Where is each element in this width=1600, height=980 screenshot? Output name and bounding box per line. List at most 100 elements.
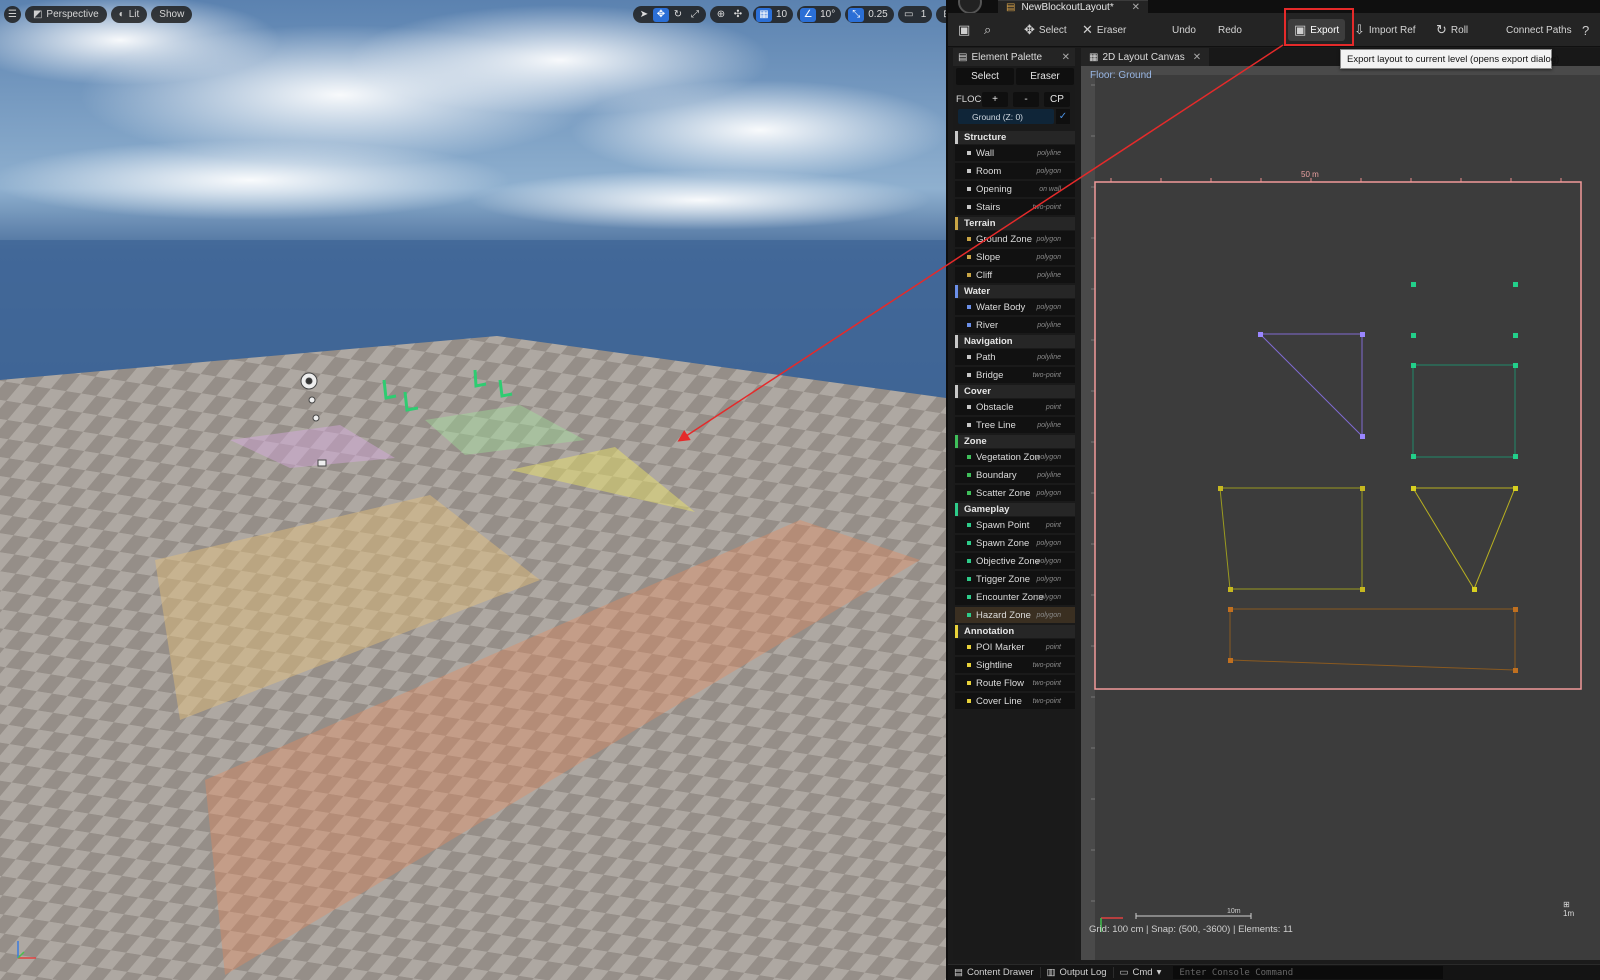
palette-item-encounter-zone[interactable]: Encounter Zone polygon	[955, 589, 1075, 605]
palette-category-water[interactable]: Water	[955, 285, 1075, 298]
palette-item-objective-zone[interactable]: Objective Zone polygon	[955, 553, 1075, 569]
camera-speed-toggle[interactable]: ▭ 1	[897, 6, 933, 23]
viewport-layout-button[interactable]: ⊞	[939, 8, 946, 22]
translate-tool-button[interactable]: ✥	[653, 7, 669, 22]
palette-item-tree-line[interactable]: Tree Line polyline	[955, 417, 1075, 433]
palette-item-stairs[interactable]: Stairs two-point	[955, 199, 1075, 215]
remove-floor-button[interactable]: -	[1013, 92, 1039, 107]
palette-item-spawn-zone[interactable]: Spawn Zone polygon	[955, 535, 1075, 551]
palette-item-slope[interactable]: Slope polygon	[955, 249, 1075, 265]
copy-floor-button[interactable]: CP	[1044, 92, 1070, 107]
camera-speed-button[interactable]: ▭	[901, 8, 917, 22]
palette-category-cover[interactable]: Cover	[955, 385, 1075, 398]
palette-category-navigation[interactable]: Navigation	[955, 335, 1075, 348]
rotation-snap-toggle[interactable]: ∠ 10°	[797, 6, 842, 23]
palette-item-water-body[interactable]: Water Body polygon	[955, 299, 1075, 315]
lit-button[interactable]: ◐ Lit	[110, 6, 148, 23]
floor-visible-checkbox[interactable]: ✓	[1056, 109, 1070, 124]
viewport-scene[interactable]	[0, 0, 946, 980]
close-icon[interactable]: ✕	[1062, 52, 1070, 63]
unreal-logo-icon	[958, 0, 982, 14]
browse-button[interactable]: ⌕	[978, 19, 997, 41]
floor-selector[interactable]: Ground (Z: 0)	[958, 109, 1054, 124]
roll-button[interactable]: ↻ Roll	[1430, 19, 1474, 41]
layout-canvas[interactable]	[1081, 66, 1600, 960]
perspective-button[interactable]: ◩ Perspective	[24, 6, 107, 23]
palette-item-cliff[interactable]: Cliff polyline	[955, 267, 1075, 283]
level-viewport[interactable]: ☰ ◩ Perspective ◐ Lit Show ➤ ✥ ↻ ⤢ ⊕ ✣ ▦ 1…	[0, 0, 946, 980]
close-icon[interactable]: ✕	[1132, 2, 1140, 13]
palette-item-spawn-point[interactable]: Spawn Point point	[955, 517, 1075, 533]
show-button[interactable]: Show	[151, 6, 193, 23]
camera-speed-value[interactable]: 1	[918, 9, 930, 20]
fit-view-icon[interactable]: ⊞ 1m	[1563, 900, 1574, 918]
scale-tool-button[interactable]: ⤢	[687, 8, 703, 22]
eraser-tool-button[interactable]: ✕ Eraser	[1076, 19, 1132, 41]
surface-snap-button[interactable]: ✣	[730, 8, 746, 22]
palette-item-river[interactable]: River polyline	[955, 317, 1075, 333]
palette-category-annotation[interactable]: Annotation	[955, 625, 1075, 638]
close-icon[interactable]: ✕	[1193, 52, 1201, 63]
document-tab[interactable]: ▤ NewBlockoutLayout* ✕	[998, 0, 1148, 13]
palette-item-opening[interactable]: Opening on wall	[955, 181, 1075, 197]
connect-paths-button[interactable]: Connect Paths	[1500, 19, 1578, 41]
palette-item-obstacle[interactable]: Obstacle point	[955, 399, 1075, 415]
world-space-button[interactable]: ⊕	[713, 8, 729, 22]
color-swatch-icon	[967, 645, 971, 649]
scale-snap-value[interactable]: 0.25	[865, 9, 890, 20]
palette-item-hint: polyline	[1037, 421, 1061, 429]
palette-item-sightline[interactable]: Sightline two-point	[955, 657, 1075, 673]
rotation-snap-button[interactable]: ∠	[800, 7, 817, 22]
palette-item-cover-line[interactable]: Cover Line two-point	[955, 693, 1075, 709]
viewport-menu-button[interactable]: ☰	[4, 6, 21, 23]
output-log-button[interactable]: ▥ Output Log	[1039, 967, 1113, 978]
grid-snap-toggle[interactable]: ▦ 10	[753, 6, 794, 23]
import-ref-label: Import Ref	[1368, 24, 1416, 36]
cmd-dropdown[interactable]: ▭ Cmd ▾	[1112, 967, 1168, 978]
add-floor-button[interactable]: +	[982, 92, 1008, 107]
palette-item-poi-marker[interactable]: POI Marker point	[955, 639, 1075, 655]
palette-item-bridge[interactable]: Bridge two-point	[955, 367, 1075, 383]
help-button[interactable]: ?	[1576, 19, 1595, 41]
redo-button[interactable]: Redo	[1212, 19, 1248, 41]
palette-item-ground-zone[interactable]: Ground Zone polygon	[955, 231, 1075, 247]
grid-snap-button[interactable]: ▦	[756, 7, 772, 22]
palette-item-hint: two-point	[1032, 203, 1061, 211]
grid-snap-value[interactable]: 10	[773, 9, 790, 20]
rotate-tool-button[interactable]: ↻	[670, 8, 686, 22]
palette-category-structure[interactable]: Structure	[955, 131, 1075, 144]
console-command-input[interactable]: Enter Console Command	[1173, 966, 1444, 979]
palette-item-scatter-zone[interactable]: Scatter Zone polygon	[955, 485, 1075, 501]
palette-item-hazard-zone[interactable]: Hazard Zone polygon	[955, 607, 1075, 623]
palette-item-wall[interactable]: Wall polyline	[955, 145, 1075, 161]
palette-item-route-flow[interactable]: Route Flow two-point	[955, 675, 1075, 691]
hamburger-icon: ☰	[8, 9, 17, 20]
palette-item-path[interactable]: Path polyline	[955, 349, 1075, 365]
palette-item-hint: polygon	[1036, 253, 1061, 261]
palette-category-terrain[interactable]: Terrain	[955, 217, 1075, 230]
color-swatch-icon	[967, 255, 971, 259]
palette-select-button[interactable]: Select	[956, 68, 1014, 85]
scale-snap-toggle[interactable]: ⤡ 0.25	[845, 6, 894, 23]
palette-category-zone[interactable]: Zone	[955, 435, 1075, 448]
element-palette-tab[interactable]: ▤ Element Palette ✕	[953, 48, 1075, 66]
console-placeholder: Enter Console Command	[1179, 967, 1294, 978]
palette-category-gameplay[interactable]: Gameplay	[955, 503, 1075, 516]
select-tool-button[interactable]: ➤	[636, 8, 652, 22]
scale-snap-button[interactable]: ⤡	[848, 7, 865, 22]
palette-item-vegetation-zon[interactable]: Vegetation Zon polygon	[955, 449, 1075, 465]
save-button[interactable]: ▣	[952, 19, 976, 41]
palette-item-room[interactable]: Room polygon	[955, 163, 1075, 179]
palette-item-trigger-zone[interactable]: Trigger Zone polygon	[955, 571, 1075, 587]
palette-item-boundary[interactable]: Boundary polyline	[955, 467, 1075, 483]
color-swatch-icon	[967, 559, 971, 563]
import-ref-button[interactable]: ⇩ Import Ref	[1348, 19, 1422, 41]
rotation-snap-value[interactable]: 10°	[817, 9, 838, 20]
layout-canvas-tab[interactable]: ▦ 2D Layout Canvas ✕	[1081, 48, 1210, 66]
palette-eraser-button[interactable]: Eraser	[1016, 68, 1074, 85]
content-drawer-button[interactable]: ▤ Content Drawer	[948, 967, 1040, 978]
layout-toggle[interactable]: ⊞	[936, 6, 946, 23]
select-tool-button[interactable]: ✥ Select	[1018, 19, 1073, 41]
scale-bar-label: 10m	[1227, 908, 1241, 915]
undo-button[interactable]: Undo	[1166, 19, 1202, 41]
